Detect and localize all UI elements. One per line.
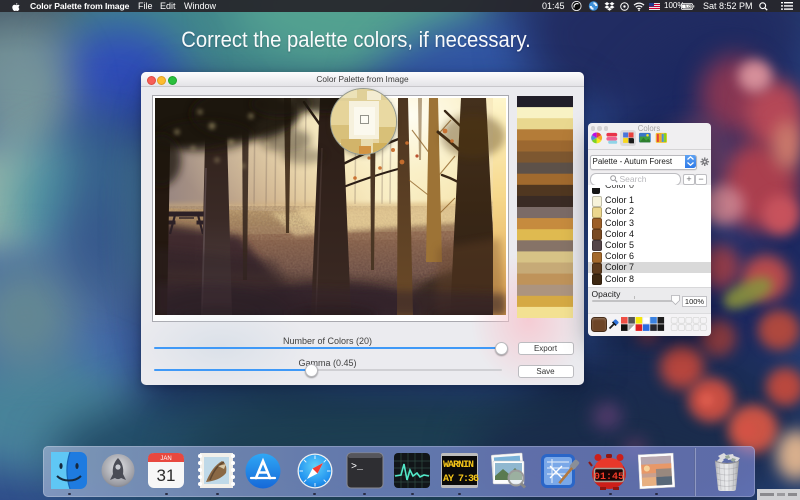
- svg-text:01:45: 01:45: [594, 472, 624, 483]
- svg-text:\u26a1: \u26a1: [685, 4, 695, 9]
- svg-text:WARNIN: WARNIN: [443, 460, 474, 471]
- svg-text:AY 7:36: AY 7:36: [443, 474, 479, 485]
- svg-text:31: 31: [157, 466, 176, 485]
- svg-text:JAN: JAN: [160, 456, 171, 462]
- svg-text:>_: >_: [351, 462, 364, 473]
